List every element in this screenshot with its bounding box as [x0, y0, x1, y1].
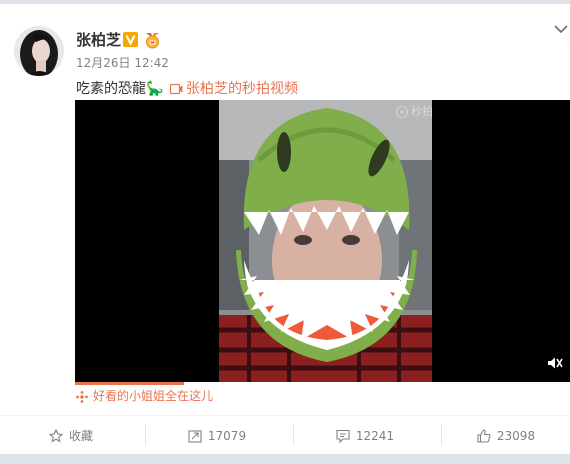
bottom-divider: [0, 454, 570, 464]
avatar[interactable]: [14, 26, 64, 76]
like-count: 23098: [496, 428, 536, 443]
comment-icon: [336, 429, 350, 443]
thumbs-up-icon: [477, 428, 491, 443]
comment-count: 12241: [355, 428, 395, 443]
promo-link[interactable]: 好看的小姐姐全在这儿: [93, 389, 213, 404]
repost-button[interactable]: 17079: [146, 416, 288, 455]
action-bar: 收藏 17079 12241 23098: [0, 415, 570, 455]
post-timestamp[interactable]: 12月26日 12:42: [76, 56, 169, 70]
favorite-button[interactable]: 收藏: [0, 416, 142, 455]
medal-icon[interactable]: [143, 31, 162, 49]
video-progress-fill: [75, 382, 184, 385]
video-progress-bar[interactable]: [75, 382, 570, 385]
chevron-down-icon[interactable]: [554, 24, 568, 34]
video-link-icon[interactable]: [170, 83, 183, 95]
video-player[interactable]: 秒拍: [75, 100, 570, 382]
username[interactable]: 张柏芝: [76, 31, 121, 49]
comment-button[interactable]: 12241: [294, 416, 436, 455]
video-still-image: [219, 100, 432, 382]
favorite-label: 收藏: [68, 429, 93, 443]
repost-icon: [188, 429, 202, 443]
star-icon: [48, 428, 63, 443]
mute-icon[interactable]: [547, 356, 563, 370]
video-frame: [219, 100, 432, 382]
video-link[interactable]: 张柏芝的秒拍视频: [186, 80, 298, 98]
weibo-post-card: 张柏芝 12月26日 12:42 吃素的恐龍🦕 张柏芝的秒拍视频 秒拍 好看的小…: [0, 4, 570, 455]
avatar-image: [14, 26, 64, 76]
repost-count: 17079: [207, 428, 247, 443]
verified-badge-icon[interactable]: [123, 32, 138, 47]
like-button[interactable]: 23098: [442, 416, 570, 455]
video-watermark-icon: [395, 105, 409, 119]
video-watermark: 秒拍: [411, 105, 433, 118]
sparkle-icon: [76, 391, 88, 403]
post-text: 吃素的恐龍🦕: [76, 81, 164, 97]
